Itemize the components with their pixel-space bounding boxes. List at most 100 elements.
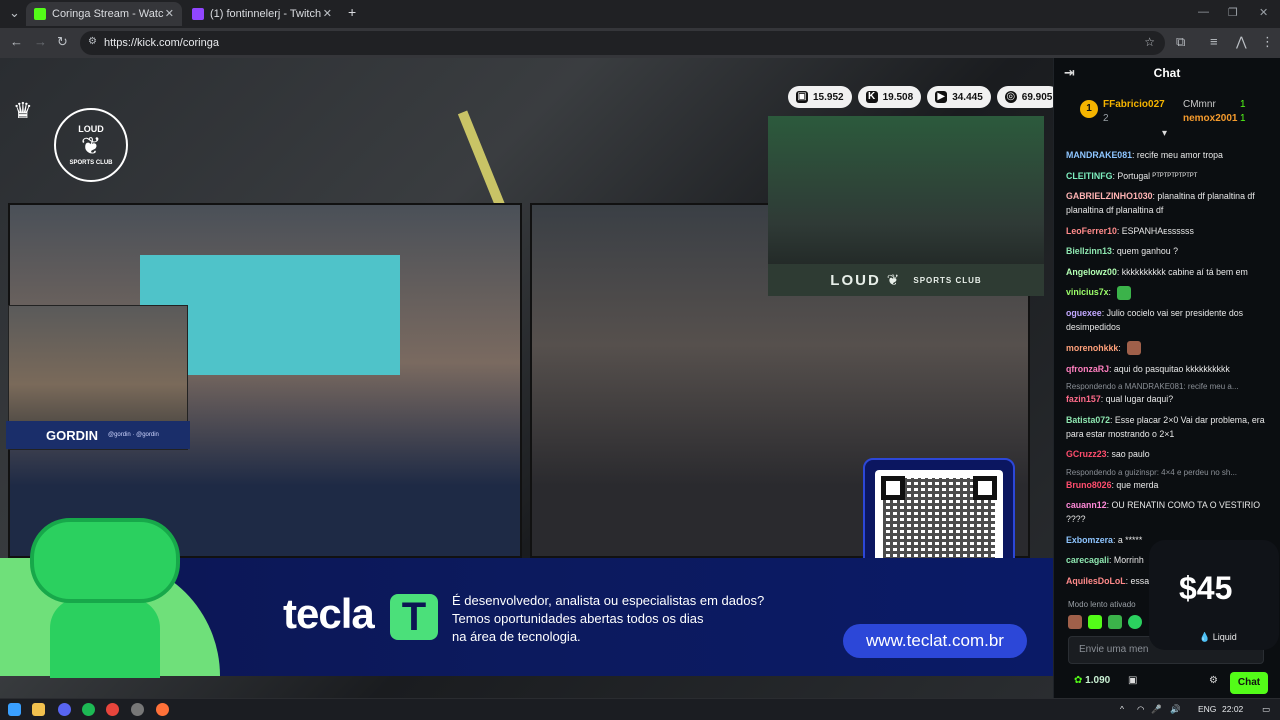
chat-username[interactable]: GCruzz23 xyxy=(1066,449,1107,459)
chat-username[interactable]: oguexee xyxy=(1066,308,1102,318)
tab-search-icon[interactable]: ⌄ xyxy=(9,5,20,21)
kick-favicon-icon xyxy=(34,8,46,20)
wifi-icon[interactable]: ◠ xyxy=(1137,704,1144,715)
emote-icon[interactable] xyxy=(1068,615,1082,629)
new-tab-button[interactable]: + xyxy=(348,4,356,20)
banner-text: É desenvolvedor, analista ou especialist… xyxy=(452,593,765,644)
windows-start-icon[interactable] xyxy=(8,703,21,716)
notification-icon[interactable]: ▭ xyxy=(1262,704,1270,715)
loud-sports-club-bar: LOUD ❦ SPORTS CLUB xyxy=(768,264,1044,296)
discord-icon[interactable] xyxy=(58,703,71,716)
reload-icon[interactable]: ↻ xyxy=(57,34,68,50)
leader-name[interactable]: CMmnr xyxy=(1183,99,1216,110)
emote-icon xyxy=(1117,285,1131,300)
chat-message: oguexee: Julio cocielo vai ser president… xyxy=(1066,306,1269,334)
robot-mascot-body xyxy=(50,598,160,678)
loud-bar-emblem-icon: ❦ xyxy=(886,272,902,289)
firefox-icon[interactable] xyxy=(156,703,169,716)
chat-username[interactable]: Angelowz00 xyxy=(1066,267,1117,277)
chat-message-text: : Morrinh xyxy=(1109,555,1144,566)
restore-icon[interactable]: ❐ xyxy=(1228,6,1238,19)
collapse-chat-icon[interactable]: ⇥ xyxy=(1064,58,1075,88)
volume-icon[interactable]: 🔊 xyxy=(1170,704,1181,715)
leader-name[interactable]: FFabricio027 xyxy=(1103,99,1165,110)
chevron-down-icon[interactable]: ▾ xyxy=(1162,128,1167,139)
reply-context[interactable]: Respondendo a MANDRAKE081: recife meu a.… xyxy=(1066,382,1269,391)
liquid-drop-icon: 💧 xyxy=(1199,632,1211,642)
sponsor-banner: tecla T É desenvolvedor, analista ou esp… xyxy=(0,518,1053,678)
profile-icon[interactable]: ⋀ xyxy=(1236,34,1247,50)
leader-count: 2 xyxy=(1103,113,1109,124)
tray-chevron-icon[interactable]: ^ xyxy=(1120,704,1124,714)
chat-username[interactable]: AquilesDoLoL xyxy=(1066,576,1126,586)
extensions-icon[interactable]: ⧉ xyxy=(1176,34,1185,50)
crown-logo-icon: ♛ xyxy=(13,98,33,123)
close-tab-icon[interactable]: ✕ xyxy=(165,7,174,20)
emote-icon[interactable] xyxy=(1088,615,1102,629)
chat-message: Batista072: Esse placar 2×0 Vai dar prob… xyxy=(1066,413,1269,441)
close-window-icon[interactable]: ✕ xyxy=(1259,6,1268,19)
media-icon[interactable]: ≡ xyxy=(1210,34,1218,49)
chat-message-text: : a ***** xyxy=(1112,534,1143,545)
emote-icon[interactable] xyxy=(1108,615,1122,629)
emote-bar xyxy=(1068,615,1142,629)
banner-url: www.teclat.com.br xyxy=(843,624,1027,658)
reply-context[interactable]: Respondendo a guizinspr: 4×4 e perdeu no… xyxy=(1066,468,1269,477)
chat-username[interactable]: Exbomzera xyxy=(1066,535,1113,545)
close-tab-icon[interactable]: ✕ xyxy=(323,7,332,20)
counter-kick: K 19.508 xyxy=(857,86,922,108)
chat-message-text: : xyxy=(1118,342,1121,353)
gift-icon[interactable]: ▣ xyxy=(1128,675,1137,686)
emote-icon[interactable] xyxy=(1128,615,1142,629)
leader-name[interactable]: nemox2001 xyxy=(1183,113,1237,124)
back-icon[interactable]: ← xyxy=(10,34,23,49)
loud-sports-club-logo: LOUD ❦ SPORTS CLUB xyxy=(54,108,128,182)
chat-message: MANDRAKE081: recife meu amor tropa xyxy=(1066,148,1269,162)
menu-dots-icon[interactable]: ⋮ xyxy=(1261,34,1274,50)
tab-coringa[interactable]: Coringa Stream - Watch Live on ✕ xyxy=(26,2,182,26)
stream-video[interactable]: ♛ LOUD ❦ SPORTS CLUB LOUD ❦ SPORTS CLUB … xyxy=(0,58,1053,698)
globe-icon: ◎ xyxy=(1004,91,1017,103)
site-info-icon[interactable]: ⚙ xyxy=(88,36,97,47)
chat-username[interactable]: MANDRAKE081 xyxy=(1066,150,1132,160)
channel-points[interactable]: ✿ 1.090 xyxy=(1074,675,1110,686)
chat-username[interactable]: qfronzaRJ xyxy=(1066,364,1109,374)
url-text: https://kick.com/coringa xyxy=(104,37,219,49)
viewer-counters: ▣ 15.952 K 19.508 ▶ 34.445 ◎ 69.905 xyxy=(788,86,1053,108)
minimize-icon[interactable]: — xyxy=(1198,6,1209,18)
app-icon[interactable] xyxy=(131,703,144,716)
leader-badge-icon: 1 xyxy=(1080,100,1098,118)
chat-username[interactable]: vinicius7x xyxy=(1066,287,1109,297)
chat-username[interactable]: GABRIELZINHO1030 xyxy=(1066,191,1153,201)
emote-icon xyxy=(1126,341,1141,356)
send-chat-button[interactable]: Chat xyxy=(1230,672,1268,694)
chrome-icon[interactable] xyxy=(106,703,119,716)
chat-message-text: : quem ganhou ? xyxy=(1111,246,1178,256)
clock[interactable]: 22:02 xyxy=(1222,704,1243,714)
chat-username[interactable]: Batista072 xyxy=(1066,415,1110,425)
mic-icon[interactable]: 🎤 xyxy=(1151,704,1162,715)
bookmark-star-icon[interactable]: ☆ xyxy=(1144,35,1155,49)
spotify-icon[interactable] xyxy=(82,703,95,716)
browser-chrome: ⌄ Coringa Stream - Watch Live on ✕ (1) f… xyxy=(0,0,1280,58)
chat-message: GABRIELZINHO1030: planaltina df planalti… xyxy=(1066,189,1269,217)
chat-username[interactable]: LeoFerrer10 xyxy=(1066,226,1117,236)
tab-twitch[interactable]: (1) fontinnelerj - Twitch ✕ xyxy=(184,2,340,26)
chat-username[interactable]: carecagali xyxy=(1066,555,1109,565)
settings-gear-icon[interactable]: ⚙ xyxy=(1209,675,1218,686)
forward-icon[interactable]: → xyxy=(34,34,47,49)
chat-username[interactable]: morenohkkk xyxy=(1066,343,1118,353)
chat-username[interactable]: fazin157 xyxy=(1066,394,1101,404)
language-indicator[interactable]: ENG xyxy=(1198,704,1216,714)
chat-header: ⇥ Chat xyxy=(1054,58,1280,88)
address-bar[interactable]: ⚙ https://kick.com/coringa ☆ xyxy=(80,31,1165,55)
streamer-name-tag: GORDIN @gordin · @gordin xyxy=(6,421,190,449)
loud-emblem-icon: ❦ xyxy=(80,133,102,160)
chat-username[interactable]: cauann12 xyxy=(1066,500,1107,510)
chat-username[interactable]: Biellzinn13 xyxy=(1066,246,1112,256)
chat-message-text: : recife meu amor tropa xyxy=(1132,150,1223,160)
chat-username[interactable]: Bruno8026 xyxy=(1066,480,1111,490)
chat-leaderboard: 1 FFabricio027 2 CMmnr 1 nemox2001 1 ▾ xyxy=(1054,88,1280,148)
chat-username[interactable]: CLEITINFG xyxy=(1066,171,1112,181)
file-explorer-icon[interactable] xyxy=(32,703,45,716)
